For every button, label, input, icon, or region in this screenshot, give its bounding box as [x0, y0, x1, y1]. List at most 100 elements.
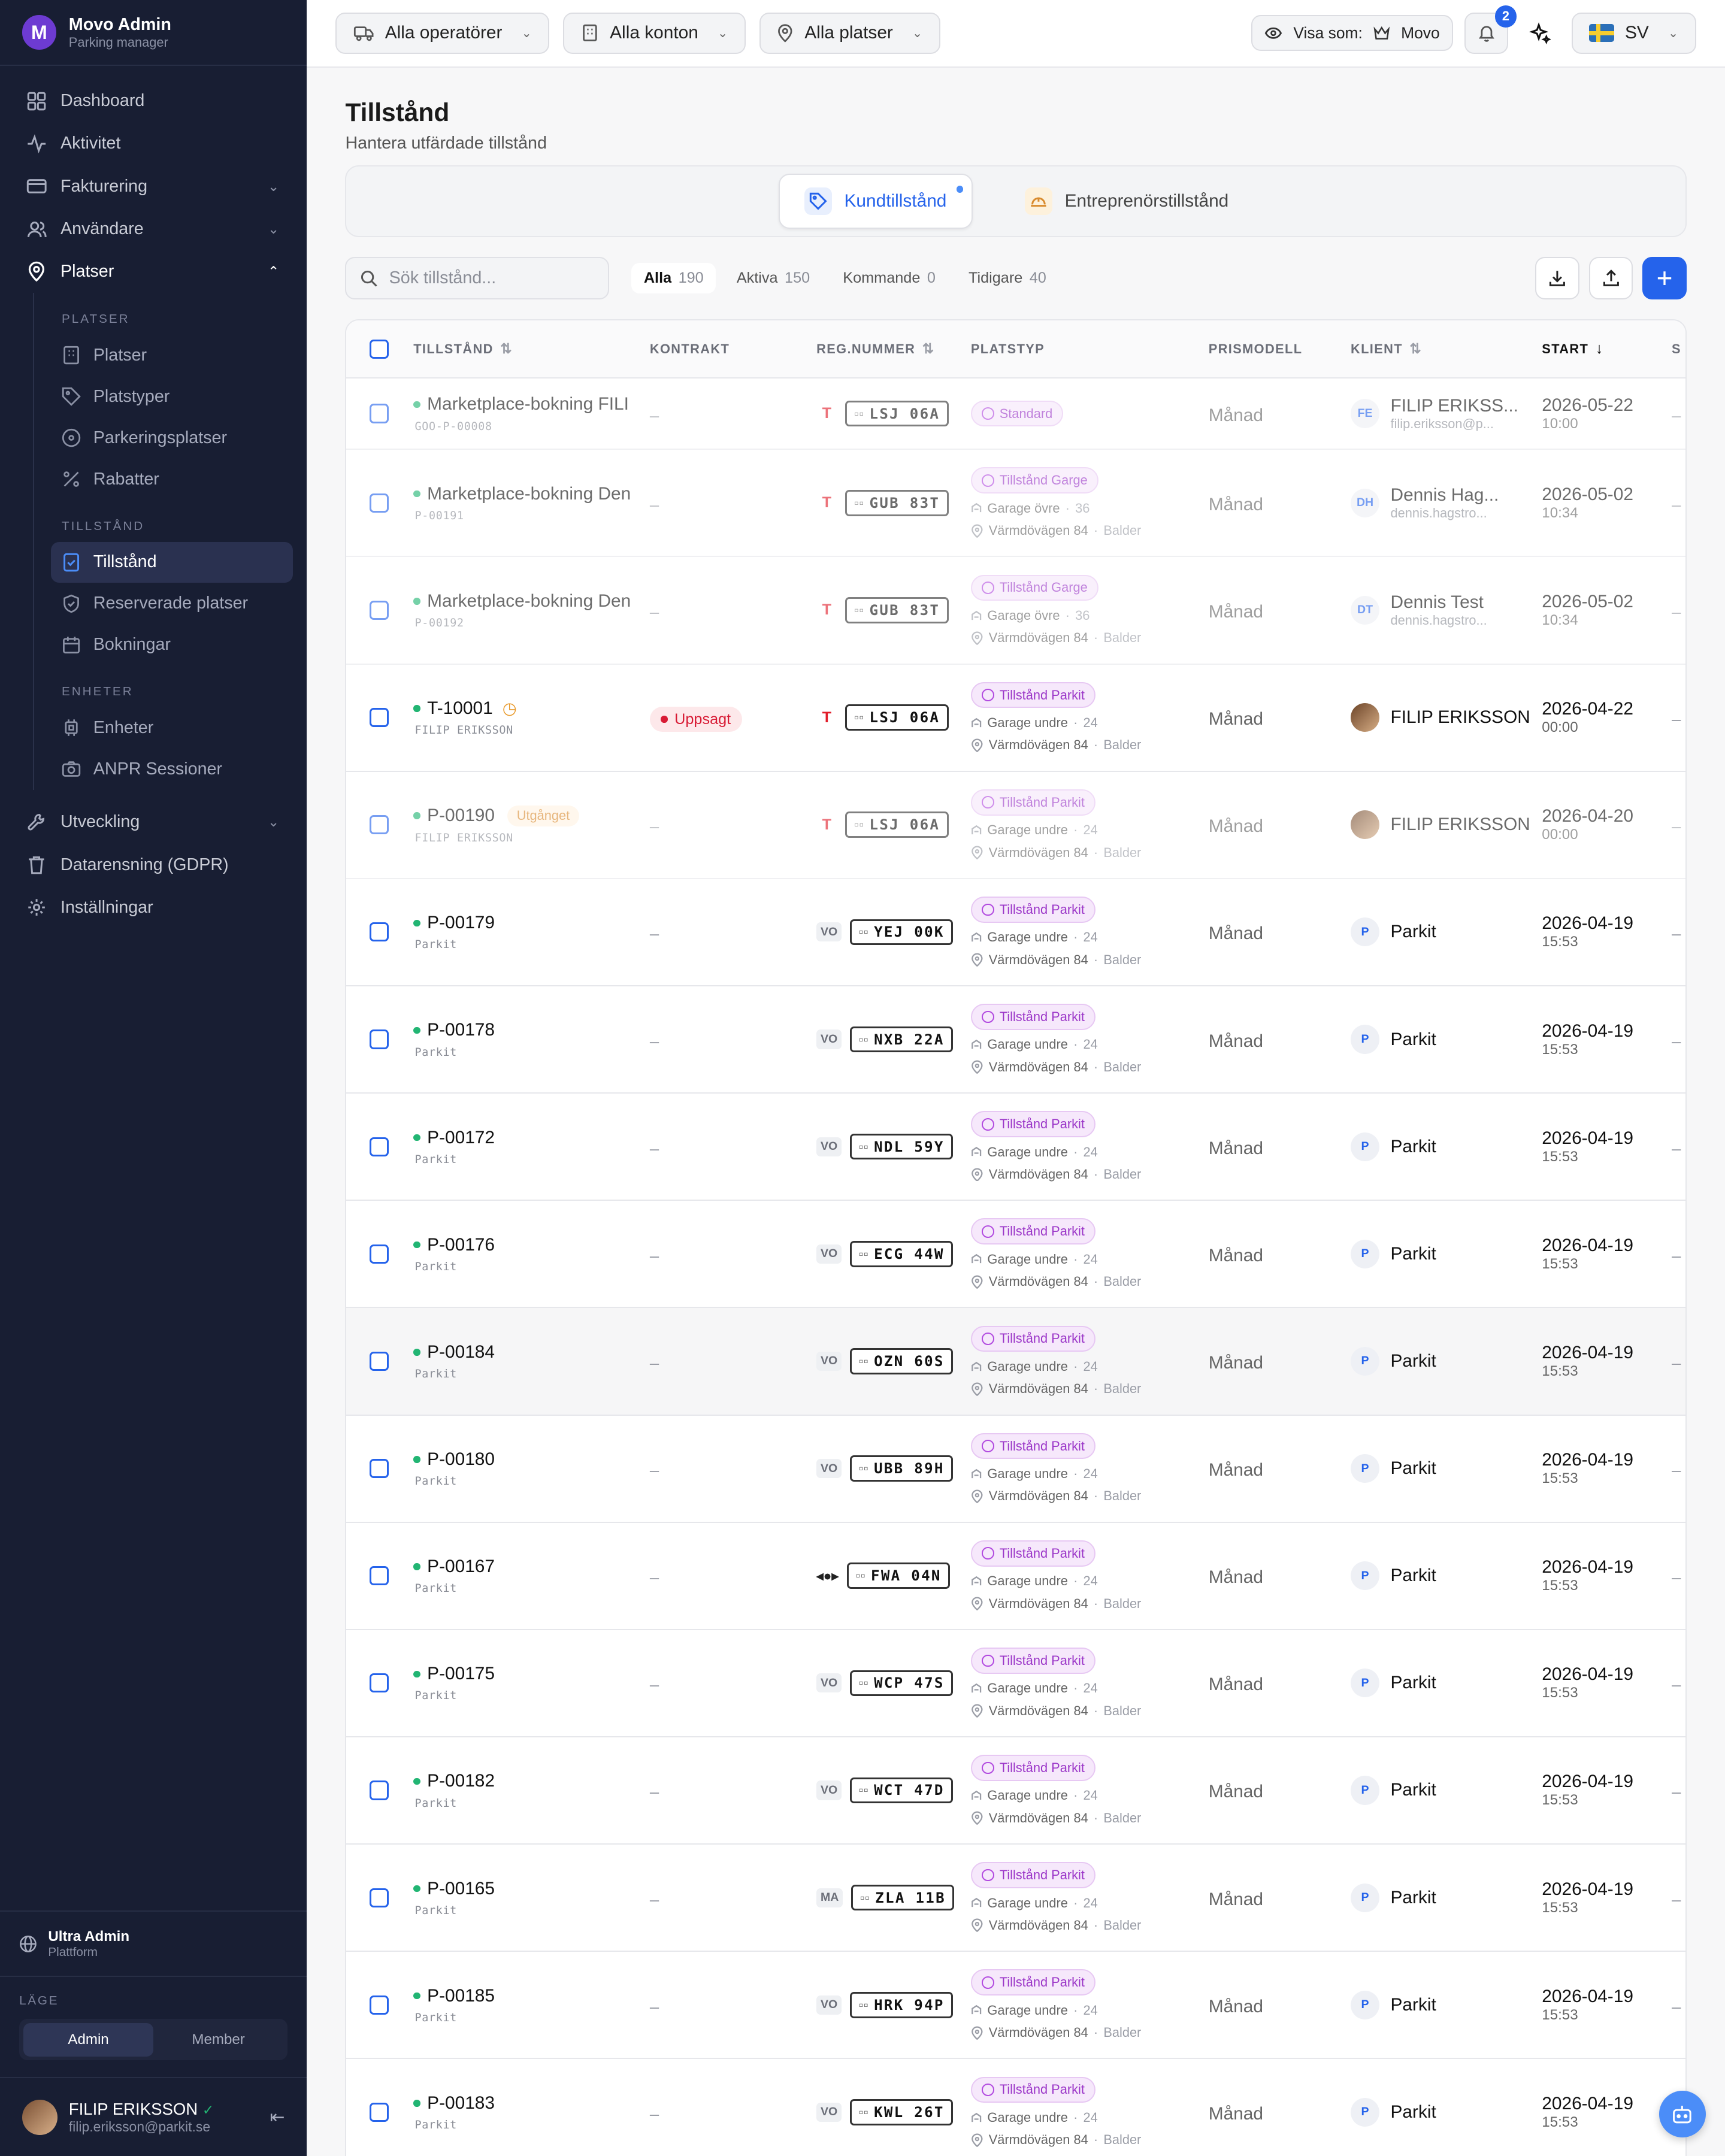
- permit-title[interactable]: T-10001 ◷: [413, 698, 650, 719]
- upload-button[interactable]: [1588, 256, 1633, 300]
- permit-title[interactable]: P-00185: [413, 1986, 650, 2006]
- permit-title[interactable]: P-00178: [413, 1020, 650, 1040]
- role-switcher[interactable]: Ultra Admin Plattform: [0, 1910, 307, 1976]
- view-as-selector[interactable]: Visa som: Movo: [1251, 15, 1454, 52]
- users-icon: [25, 217, 48, 241]
- sidebar-item-anpr-sessioner[interactable]: ANPR Sessioner: [51, 749, 293, 790]
- row-checkbox[interactable]: [370, 1673, 389, 1693]
- permit-title[interactable]: Marketplace-bokning Den: [413, 591, 650, 611]
- table-row[interactable]: T-10001 ◷ FILIP ERIKSSON Uppsagt T ▫▫ LSJ 06A T…: [346, 665, 1685, 772]
- garage-info: Garage undre · 24: [971, 822, 1209, 838]
- row-checkbox[interactable]: [370, 1780, 389, 1800]
- table-row[interactable]: P-00172 Parkit – VO ▫▫ NDL 59Y Tillstånd Parki…: [346, 1094, 1685, 1201]
- collapse-sidebar-icon[interactable]: ⇤: [270, 2107, 285, 2128]
- sidebar-item-reserverade-platser[interactable]: Reserverade platser: [51, 583, 293, 624]
- sidebar-item-utveckling[interactable]: Utveckling ⌄: [14, 801, 293, 843]
- sidebar-item-gdpr[interactable]: Datarensning (GDPR): [14, 843, 293, 886]
- search-input[interactable]: Sök tillstånd...: [345, 256, 610, 300]
- row-checkbox[interactable]: [370, 1351, 389, 1371]
- permit-title[interactable]: Marketplace-bokning Den: [413, 484, 650, 504]
- tab-entreprenorstillstand[interactable]: Entreprenörstillstånd: [1000, 174, 1254, 229]
- place-filter[interactable]: Alla platser ⌄: [759, 12, 940, 54]
- permit-title[interactable]: P-00190 Utgånget: [413, 805, 650, 826]
- column-header[interactable]: REG.NUMMER ⇅: [816, 341, 971, 357]
- table-row[interactable]: P-00184 Parkit – VO ▫▫ OZN 60S Tillstånd Parki…: [346, 1308, 1685, 1416]
- account-filter[interactable]: Alla konton ⌄: [563, 12, 746, 54]
- sidebar-item-installningar[interactable]: Inställningar: [14, 886, 293, 929]
- sidebar-item-fakturering[interactable]: Fakturering ⌄: [14, 165, 293, 208]
- row-checkbox[interactable]: [370, 815, 389, 835]
- column-header[interactable]: KLIENT ⇅: [1351, 341, 1542, 357]
- permit-title[interactable]: Marketplace-bokning FILI: [413, 394, 650, 414]
- sidebar-item-platser-list[interactable]: Platser: [51, 335, 293, 376]
- table-row[interactable]: P-00176 Parkit – VO ▫▫ ECG 44W Tillstånd Parki…: [346, 1201, 1685, 1309]
- permit-title[interactable]: P-00172: [413, 1128, 650, 1148]
- table-row[interactable]: P-00165 Parkit – MA ▫▫ ZLA 11B Tillstånd Parki…: [346, 1845, 1685, 1952]
- mode-admin-button[interactable]: Admin: [23, 2023, 154, 2057]
- tab-kundtillstand[interactable]: Kundtillstånd: [778, 173, 973, 229]
- column-header[interactable]: TILLSTÅND ⇅: [412, 341, 650, 357]
- notifications-button[interactable]: 2: [1464, 5, 1517, 54]
- row-checkbox[interactable]: [370, 1888, 389, 1907]
- user-profile[interactable]: FILIP ERIKSSON ✓ filip.eriksson@parkit.s…: [0, 2077, 307, 2156]
- select-all-checkbox[interactable]: [370, 339, 389, 359]
- row-checkbox[interactable]: [370, 1995, 389, 2015]
- row-checkbox[interactable]: [370, 493, 389, 513]
- sidebar-item-parkeringsplatser[interactable]: Parkeringsplatser: [51, 417, 293, 459]
- row-checkbox[interactable]: [370, 600, 389, 620]
- sidebar-item-platstyper[interactable]: Platstyper: [51, 376, 293, 417]
- table-row[interactable]: P-00180 Parkit – VO ▫▫ UBB 89H Tillstånd Parki…: [346, 1416, 1685, 1523]
- table-row[interactable]: P-00179 Parkit – VO ▫▫ YEJ 00K Tillstånd Parki…: [346, 879, 1685, 986]
- sidebar-item-rabatter[interactable]: Rabatter: [51, 459, 293, 500]
- permit-title[interactable]: P-00165: [413, 1879, 650, 1899]
- plate-eu-icon: ▫▫: [854, 605, 864, 615]
- add-permit-button[interactable]: +: [1642, 256, 1687, 300]
- filter-tidigare[interactable]: Tidigare 40: [956, 263, 1058, 294]
- table-row[interactable]: P-00183 Parkit – VO ▫▫ KWL 26T Tillstånd Parki…: [346, 2059, 1685, 2156]
- table-row[interactable]: P-00182 Parkit – VO ▫▫ WCT 47D Tillstånd Parki…: [346, 1737, 1685, 1845]
- permit-title[interactable]: P-00167: [413, 1557, 650, 1577]
- permit-title[interactable]: P-00176: [413, 1235, 650, 1255]
- permit-title[interactable]: P-00175: [413, 1664, 650, 1684]
- row-checkbox[interactable]: [370, 1244, 389, 1264]
- language-selector[interactable]: SV ⌄: [1571, 12, 1696, 54]
- table-row[interactable]: P-00178 Parkit – VO ▫▫ NXB 22A Tillstånd Parki…: [346, 986, 1685, 1094]
- row-checkbox[interactable]: [370, 1137, 389, 1156]
- permit-title[interactable]: P-00184: [413, 1342, 650, 1362]
- filter-aktiva[interactable]: Aktiva 150: [724, 263, 822, 294]
- sidebar-item-enheter[interactable]: Enheter: [51, 707, 293, 749]
- brand[interactable]: M Movo Admin Parking manager: [0, 0, 307, 66]
- row-checkbox[interactable]: [370, 1029, 389, 1049]
- table-row[interactable]: Marketplace-bokning FILI GOO-P-00008 – T ▫▫ L…: [346, 378, 1685, 450]
- operator-filter[interactable]: Alla operatörer ⌄: [335, 12, 550, 54]
- support-chat-button[interactable]: [1659, 2090, 1706, 2138]
- table-row[interactable]: P-00190 Utgånget FILIP ERIKSSON – T ▫▫ LSJ 06A…: [346, 772, 1685, 879]
- permit-title[interactable]: P-00180: [413, 1449, 650, 1470]
- sidebar-item-dashboard[interactable]: Dashboard: [14, 80, 293, 122]
- row-checkbox[interactable]: [370, 404, 389, 423]
- row-checkbox[interactable]: [370, 2102, 389, 2122]
- permit-title[interactable]: P-00179: [413, 913, 650, 933]
- sidebar-item-tillstand[interactable]: Tillstånd: [50, 541, 293, 583]
- sidebar-item-aktivitet[interactable]: Aktivitet: [14, 122, 293, 165]
- sidebar-item-platser[interactable]: Platser ⌃: [14, 250, 293, 293]
- permit-title[interactable]: P-00182: [413, 1771, 650, 1791]
- table-row[interactable]: Marketplace-bokning Den P-00191 – T ▫▫ GUB 83…: [346, 450, 1685, 558]
- table-row[interactable]: P-00175 Parkit – VO ▫▫ WCP 47S Tillstånd Parki…: [346, 1630, 1685, 1737]
- filter-kommande[interactable]: Kommande 0: [831, 263, 948, 294]
- table-row[interactable]: Marketplace-bokning Den P-00192 – T ▫▫ GUB 83…: [346, 557, 1685, 665]
- column-header[interactable]: START ↓: [1542, 340, 1672, 358]
- filter-alla[interactable]: Alla 190: [631, 262, 716, 294]
- row-checkbox[interactable]: [370, 1459, 389, 1479]
- table-row[interactable]: P-00185 Parkit – VO ▫▫ HRK 94P Tillstånd Parki…: [346, 1952, 1685, 2060]
- permit-title[interactable]: P-00183: [413, 2093, 650, 2113]
- row-checkbox[interactable]: [370, 922, 389, 942]
- row-checkbox[interactable]: [370, 708, 389, 728]
- mode-member-button[interactable]: Member: [153, 2023, 283, 2057]
- row-checkbox[interactable]: [370, 1566, 389, 1586]
- sidebar-item-anvandare[interactable]: Användare ⌄: [14, 208, 293, 250]
- table-row[interactable]: P-00167 Parkit – ◂●▸ ▫▫ FWA 04N Tillstånd Park…: [346, 1523, 1685, 1630]
- sidebar-item-bokningar[interactable]: Bokningar: [51, 624, 293, 665]
- download-button[interactable]: [1535, 256, 1579, 300]
- ai-sparkle-button[interactable]: [1520, 13, 1561, 54]
